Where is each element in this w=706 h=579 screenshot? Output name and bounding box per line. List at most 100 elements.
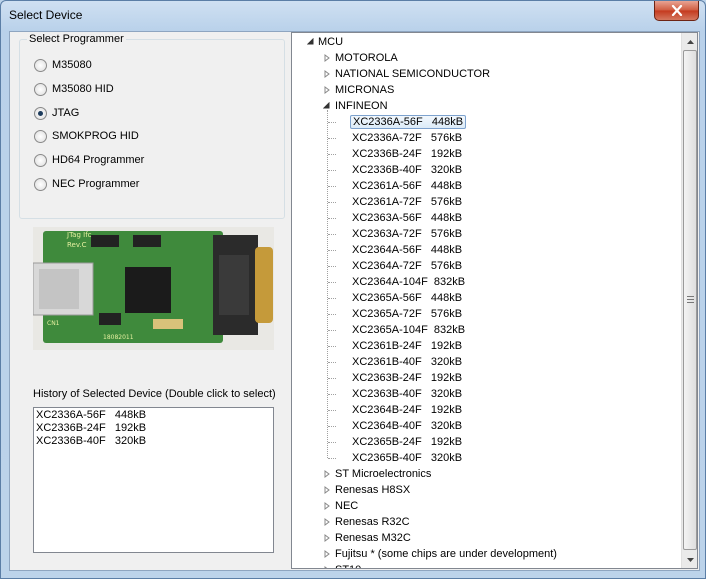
radio-jtag[interactable]: JTAG <box>34 105 79 121</box>
tree-device-item-label: XC2365B-24F 192kB <box>352 436 463 448</box>
triangle-right-icon[interactable] <box>323 502 331 510</box>
tree-group[interactable]: ST10 <box>333 562 363 568</box>
triangle-down-icon[interactable] <box>323 102 331 110</box>
triangle-right-icon[interactable] <box>323 70 331 78</box>
tree-device-item-label: XC2365A-104F 832kB <box>352 324 466 336</box>
photo-silkscreen-1: JTag Ifc <box>66 231 92 239</box>
tree-group[interactable]: MICRONAS <box>333 82 396 98</box>
tree-device-item-label: XC2363B-24F 192kB <box>352 372 463 384</box>
triangle-right-icon[interactable] <box>323 470 331 478</box>
close-button[interactable] <box>654 1 699 21</box>
tree-device-item-label: XC2363A-72F 576kB <box>352 228 463 240</box>
radio-button[interactable] <box>34 153 47 167</box>
radio-button[interactable] <box>34 82 47 96</box>
tree-device-item-label: XC2361B-40F 320kB <box>352 356 463 368</box>
radio-hd64-programmer[interactable]: HD64 Programmer <box>34 152 144 168</box>
tree-device-item[interactable]: XC2364B-24F 192kB <box>350 402 464 418</box>
tree-device-item[interactable]: XC2364A-56F 448kB <box>350 242 464 258</box>
select-programmer-group: Select Programmer M35080 M35080 HID JTAG… <box>19 33 285 219</box>
tree-device-item[interactable]: XC2364A-72F 576kB <box>350 258 464 274</box>
history-item[interactable]: XC2336B-24F 192kB <box>36 422 271 435</box>
scroll-down-arrow-icon <box>686 557 694 562</box>
tree-device-item[interactable]: XC2361B-24F 192kB <box>350 338 464 354</box>
vertical-scrollbar[interactable] <box>681 33 697 568</box>
radio-button[interactable] <box>34 177 47 191</box>
triangle-right-icon[interactable] <box>323 486 331 494</box>
tree-device-item[interactable]: XC2364B-40F 320kB <box>350 418 464 434</box>
tree-device-item[interactable]: XC2365A-56F 448kB <box>350 290 464 306</box>
tree-group[interactable]: ST Microelectronics <box>333 466 433 482</box>
triangle-right-icon[interactable] <box>323 86 331 94</box>
scroll-up-arrow-icon <box>686 39 694 44</box>
scroll-down-button[interactable] <box>682 551 697 568</box>
tree-group[interactable]: MOTOROLA <box>333 50 400 66</box>
tree-connector <box>328 250 336 251</box>
tree-device-item[interactable]: XC2336B-24F 192kB <box>350 146 464 162</box>
tree-group-infineon[interactable]: INFINEON <box>333 98 390 114</box>
tree-device-item[interactable]: XC2365B-24F 192kB <box>350 434 464 450</box>
history-item[interactable]: XC2336B-40F 320kB <box>36 435 271 448</box>
tree-device-item[interactable]: XC2336B-40F 320kB <box>350 162 464 178</box>
tree-root-mcu[interactable]: MCU <box>316 34 345 50</box>
radio-m35080-hid[interactable]: M35080 HID <box>34 81 114 97</box>
tree-connector <box>328 458 336 459</box>
tree-connector <box>328 330 336 331</box>
device-tree[interactable]: MCU MOTOROLA NATIONAL SEMICONDUCTOR MICRONA… <box>291 32 698 569</box>
photo-silkscreen-3: CN1 <box>47 320 60 327</box>
history-label: History of Selected Device (Double click… <box>33 388 276 400</box>
radio-label: SMOKPROG HID <box>52 130 139 142</box>
scrollbar-thumb[interactable] <box>683 50 697 550</box>
dialog-body: Select Programmer M35080 M35080 HID JTAG… <box>9 31 700 571</box>
tree-group[interactable]: Renesas R32C <box>333 514 412 530</box>
radio-button[interactable] <box>34 129 47 143</box>
radio-button-checked[interactable] <box>34 106 47 120</box>
tree-group[interactable]: NATIONAL SEMICONDUCTOR <box>333 66 492 82</box>
tree-device-item[interactable]: XC2363A-56F 448kB <box>350 210 464 226</box>
tree-group-label: Renesas R32C <box>335 516 410 528</box>
radio-nec-programmer[interactable]: NEC Programmer <box>34 176 139 192</box>
history-listbox[interactable]: XC2336A-56F 448kB XC2336B-24F 192kB XC23… <box>33 407 274 553</box>
tree-group[interactable]: NEC <box>333 498 360 514</box>
tree-device-item[interactable]: XC2336A-72F 576kB <box>350 130 464 146</box>
tree-connector <box>328 218 336 219</box>
photo-silkscreen-2: Rev.C <box>67 241 87 249</box>
triangle-right-icon[interactable] <box>323 518 331 526</box>
programmer-photo: JTag Ifc Rev.C CN1 18082011 <box>33 227 274 350</box>
tree-device-item[interactable]: XC2363B-40F 320kB <box>350 386 464 402</box>
tree-device-item[interactable]: XC2361B-40F 320kB <box>350 354 464 370</box>
photo-silkscreen-4: 18082011 <box>103 334 134 341</box>
tree-device-item[interactable]: XC2361A-72F 576kB <box>350 194 464 210</box>
tree-device-item[interactable]: XC2365A-104F 832kB <box>350 322 467 338</box>
radio-button[interactable] <box>34 58 47 72</box>
history-item[interactable]: XC2336A-56F 448kB <box>36 409 271 422</box>
triangle-right-icon[interactable] <box>323 534 331 542</box>
tree-device-item[interactable]: XC2365B-40F 320kB <box>350 450 464 466</box>
tree-device-item-label: XC2363B-40F 320kB <box>352 388 463 400</box>
tree-connector <box>328 362 336 363</box>
tree-group-label: MICRONAS <box>335 84 395 96</box>
triangle-right-icon[interactable] <box>323 550 331 558</box>
tree-device-item[interactable]: XC2363B-24F 192kB <box>350 370 464 386</box>
tree-device-item[interactable]: XC2363A-72F 576kB <box>350 226 464 242</box>
radio-smokprog-hid[interactable]: SMOKPROG HID <box>34 128 139 144</box>
tree-connector <box>328 282 336 283</box>
tree-device-item[interactable]: XC2365A-72F 576kB <box>350 306 464 322</box>
tree-connector <box>328 298 336 299</box>
tree-device-item[interactable]: XC2364A-104F 832kB <box>350 274 467 290</box>
tree-group[interactable]: Fujitsu * (some chips are under developm… <box>333 546 559 562</box>
triangle-right-icon[interactable] <box>323 566 331 569</box>
title-bar[interactable]: Select Device <box>1 1 705 31</box>
triangle-right-icon[interactable] <box>323 54 331 62</box>
tree-group[interactable]: Renesas M32C <box>333 530 413 546</box>
tree-group-label: Renesas H8SX <box>335 484 411 496</box>
tree-group-label: ST Microelectronics <box>335 468 432 480</box>
tree-device-item[interactable]: XC2336A-56F 448kB <box>350 114 467 130</box>
scroll-up-button[interactable] <box>682 33 697 50</box>
triangle-down-icon[interactable] <box>307 38 315 46</box>
radio-label: HD64 Programmer <box>52 154 145 166</box>
tree-connector <box>328 394 336 395</box>
tree-connector <box>328 426 336 427</box>
tree-device-item[interactable]: XC2361A-56F 448kB <box>350 178 464 194</box>
radio-m35080[interactable]: M35080 <box>34 57 92 73</box>
tree-group[interactable]: Renesas H8SX <box>333 482 412 498</box>
